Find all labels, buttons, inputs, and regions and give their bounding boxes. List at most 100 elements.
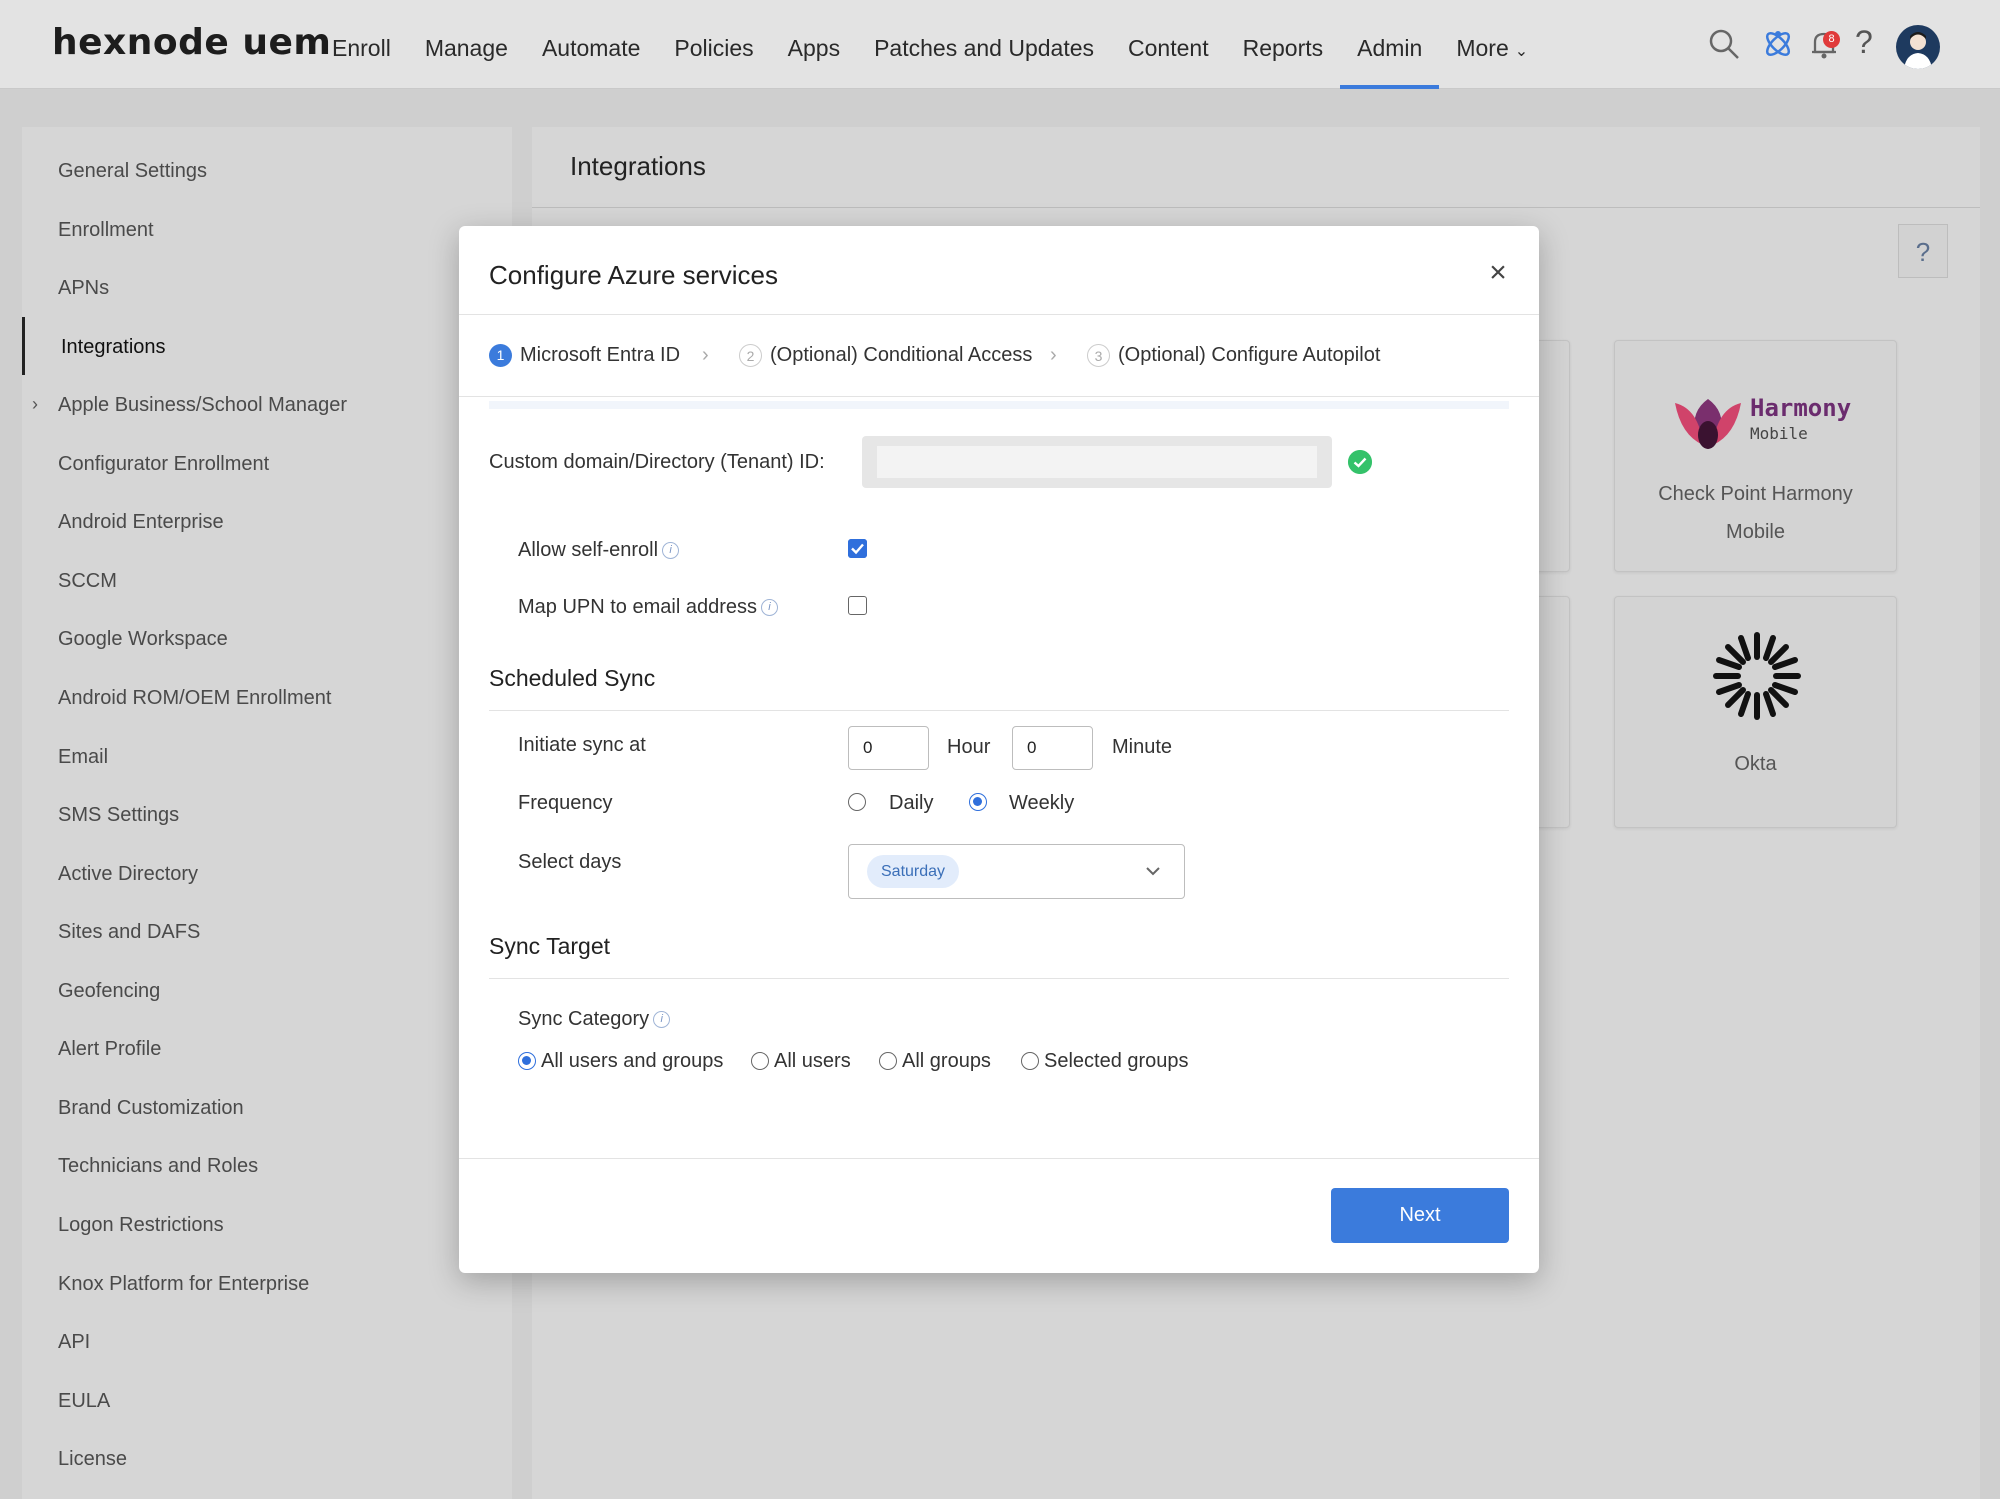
sidebar-item-android-rom-oem-enrollment[interactable]: Android ROM/OEM Enrollment bbox=[58, 687, 331, 710]
sidebar-item-geofencing[interactable]: Geofencing bbox=[58, 980, 160, 1003]
chevron-down-icon: ⌄ bbox=[1514, 43, 1529, 60]
sync-all-groups-radio[interactable] bbox=[879, 1052, 897, 1070]
tenant-id-input[interactable] bbox=[877, 446, 1317, 478]
sidebar-item-email[interactable]: Email bbox=[58, 746, 108, 769]
chevron-right-icon[interactable]: › bbox=[32, 394, 38, 415]
sync-all-users-radio[interactable] bbox=[751, 1052, 769, 1070]
sidebar-item-logon-restrictions[interactable]: Logon Restrictions bbox=[58, 1214, 224, 1237]
sidebar-item-sites-and-dafs[interactable]: Sites and DAFS bbox=[58, 921, 200, 944]
harmony-logo-text: Harmony bbox=[1750, 394, 1852, 422]
frequency-weekly-label: Weekly bbox=[1009, 792, 1075, 814]
nav-content[interactable]: Content bbox=[1111, 0, 1226, 89]
user-avatar-icon bbox=[1904, 32, 1932, 69]
chevron-down-icon bbox=[1146, 867, 1160, 876]
sidebar-item-android-enterprise[interactable]: Android Enterprise bbox=[58, 511, 224, 534]
sidebar-item-active-directory[interactable]: Active Directory bbox=[58, 863, 198, 886]
sync-hour-input[interactable] bbox=[848, 726, 929, 770]
frequency-daily-radio[interactable] bbox=[848, 793, 866, 811]
step-indicator-strip bbox=[489, 401, 1509, 409]
allow-self-enroll-label: Allow self-enroll i bbox=[518, 539, 680, 562]
integrations-icon[interactable] bbox=[1760, 26, 1796, 62]
hour-label: Hour bbox=[947, 736, 991, 758]
nav-admin[interactable]: Admin bbox=[1340, 0, 1440, 89]
nav-automate[interactable]: Automate bbox=[525, 0, 657, 89]
sidebar-item-api[interactable]: API bbox=[58, 1331, 90, 1354]
sidebar-item-license[interactable]: License bbox=[58, 1448, 127, 1471]
step-label: (Optional) Conditional Access bbox=[770, 344, 1033, 366]
sync-selected-groups-radio[interactable] bbox=[1021, 1052, 1039, 1070]
sidebar-item-technicians-and-roles[interactable]: Technicians and Roles bbox=[58, 1155, 258, 1178]
allow-self-enroll-checkbox[interactable] bbox=[848, 539, 867, 558]
sidebar-item-enrollment[interactable]: Enrollment bbox=[58, 219, 154, 242]
close-icon[interactable]: × bbox=[1481, 256, 1515, 290]
sidebar-item-eula[interactable]: EULA bbox=[58, 1390, 110, 1413]
frequency-daily-label: Daily bbox=[889, 792, 934, 814]
sidebar-item-alert-profile[interactable]: Alert Profile bbox=[58, 1038, 161, 1061]
sidebar-item-sms-settings[interactable]: SMS Settings bbox=[58, 804, 179, 827]
map-upn-text: Map UPN to email address bbox=[518, 596, 757, 618]
top-navigation-bar: hexnode uem Enroll Manage Automate Polic… bbox=[0, 0, 2000, 89]
step-number: 1 bbox=[489, 344, 512, 367]
nav-more-label: More bbox=[1456, 35, 1509, 61]
sidebar-item-apns[interactable]: APNs bbox=[58, 277, 109, 300]
nav-apps[interactable]: Apps bbox=[771, 0, 857, 89]
sync-minute-input[interactable] bbox=[1012, 726, 1093, 770]
nav-enroll[interactable]: Enroll bbox=[315, 0, 408, 89]
select-days-dropdown[interactable]: Saturday bbox=[848, 844, 1185, 899]
step-label: (Optional) Configure Autopilot bbox=[1118, 344, 1381, 366]
sidebar-item-integrations[interactable]: Integrations bbox=[61, 336, 166, 359]
sync-all-users-and-groups-radio[interactable] bbox=[518, 1052, 536, 1070]
sync-category-text: Sync Category bbox=[518, 1008, 650, 1030]
info-icon[interactable]: i bbox=[662, 542, 680, 560]
card-label: Okta bbox=[1734, 753, 1777, 775]
nav-manage[interactable]: Manage bbox=[408, 0, 525, 89]
search-icon[interactable] bbox=[1706, 26, 1742, 62]
divider bbox=[459, 314, 1539, 315]
sidebar-item-knox-platform[interactable]: Knox Platform for Enterprise bbox=[58, 1273, 309, 1296]
card-check-point-harmony[interactable]: Harmony Mobile Check Point Harmony Mobil… bbox=[1614, 340, 1897, 572]
hexnode-logo[interactable]: hexnode uem bbox=[52, 22, 331, 63]
nav-policies[interactable]: Policies bbox=[657, 0, 770, 89]
sidebar-item-apple-business-school-manager[interactable]: Apple Business/School Manager bbox=[58, 394, 347, 417]
info-icon[interactable]: i bbox=[760, 599, 778, 617]
card-okta[interactable]: Okta bbox=[1614, 596, 1897, 828]
configure-azure-modal: Configure Azure services × 1 Microsoft E… bbox=[459, 226, 1539, 1273]
selected-day-chip[interactable]: Saturday bbox=[867, 855, 960, 888]
nav-patches-and-updates[interactable]: Patches and Updates bbox=[857, 0, 1111, 89]
sidebar-item-brand-customization[interactable]: Brand Customization bbox=[58, 1097, 244, 1120]
divider bbox=[532, 207, 1980, 208]
allow-self-enroll-text: Allow self-enroll bbox=[518, 539, 659, 561]
frequency-weekly-radio[interactable] bbox=[969, 793, 987, 811]
sidebar-item-configurator-enrollment[interactable]: Configurator Enrollment bbox=[58, 453, 269, 476]
sidebar-item-google-workspace[interactable]: Google Workspace bbox=[58, 628, 228, 651]
nav-more[interactable]: More ⌄ bbox=[1439, 0, 1545, 89]
step-conditional-access[interactable]: 2 (Optional) Conditional Access bbox=[739, 344, 1032, 367]
initiate-sync-label: Initiate sync at bbox=[518, 734, 646, 756]
sync-option-label: All users and groups bbox=[541, 1050, 724, 1072]
step-configure-autopilot[interactable]: 3 (Optional) Configure Autopilot bbox=[1087, 344, 1380, 367]
help-icon[interactable]: ? bbox=[1855, 24, 1873, 61]
step-microsoft-entra-id[interactable]: 1 Microsoft Entra ID bbox=[489, 344, 680, 367]
main-nav: Enroll Manage Automate Policies Apps Pat… bbox=[315, 0, 1545, 89]
sidebar-item-sccm[interactable]: SCCM bbox=[58, 570, 117, 593]
nav-reports[interactable]: Reports bbox=[1226, 0, 1341, 89]
divider bbox=[459, 1158, 1539, 1159]
help-button[interactable]: ? bbox=[1898, 224, 1948, 278]
info-icon[interactable]: i bbox=[653, 1011, 671, 1029]
notification-badge: 8 bbox=[1823, 31, 1840, 48]
harmony-lotus-icon bbox=[1675, 399, 1741, 449]
divider bbox=[489, 978, 1509, 979]
modal-title: Configure Azure services bbox=[489, 260, 779, 290]
next-button[interactable]: Next bbox=[1331, 1188, 1509, 1243]
admin-sidebar: General Settings Enrollment APNs Integra… bbox=[22, 127, 512, 1499]
card-label: Check Point Harmony bbox=[1658, 483, 1853, 505]
chevron-right-icon: › bbox=[702, 344, 709, 366]
select-days-label: Select days bbox=[518, 851, 622, 873]
avatar[interactable] bbox=[1896, 25, 1940, 69]
tenant-id-field[interactable] bbox=[862, 436, 1332, 488]
sync-target-title: Sync Target bbox=[489, 933, 611, 959]
step-label: Microsoft Entra ID bbox=[520, 344, 681, 366]
sidebar-item-general-settings[interactable]: General Settings bbox=[58, 160, 207, 183]
chevron-right-icon: › bbox=[1050, 344, 1057, 366]
map-upn-checkbox[interactable] bbox=[848, 596, 867, 615]
